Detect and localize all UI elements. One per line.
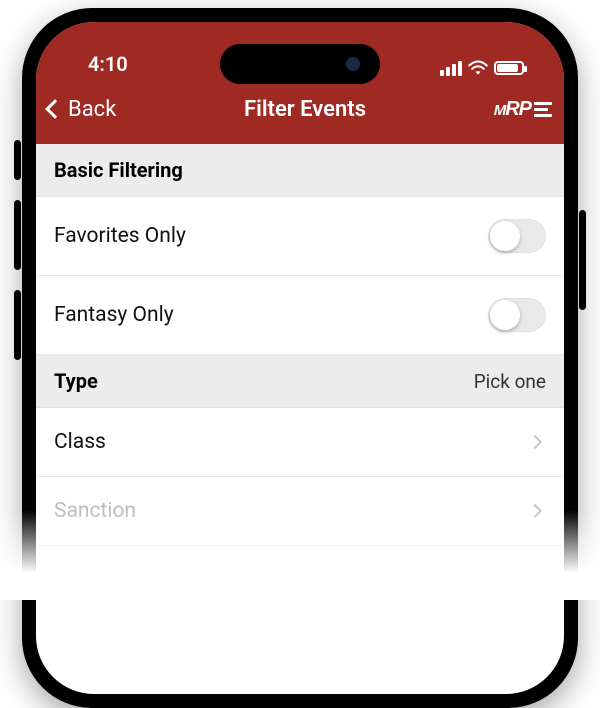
phone-side-button — [14, 140, 21, 180]
menu-lines-icon — [534, 102, 552, 117]
chevron-right-icon — [528, 504, 542, 518]
phone-frame: 4:10 Back Filter Events MRP — [22, 8, 578, 708]
page-title: Filter Events — [244, 97, 366, 122]
fantasy-toggle[interactable] — [488, 298, 546, 332]
section-title: Basic Filtering — [54, 158, 183, 182]
battery-icon — [494, 61, 524, 75]
phone-power-button — [579, 210, 586, 310]
row-sanction[interactable]: Sanction — [36, 477, 564, 546]
toggle-knob — [490, 300, 520, 330]
phone-screen: 4:10 Back Filter Events MRP — [36, 22, 564, 694]
row-label: Sanction — [54, 499, 136, 523]
phone-volume-up — [14, 200, 21, 270]
back-label: Back — [68, 97, 116, 122]
cellular-signal-icon — [440, 61, 462, 76]
row-label: Fantasy Only — [54, 303, 174, 327]
section-header-basic: Basic Filtering — [36, 144, 564, 197]
row-fantasy-only[interactable]: Fantasy Only — [36, 276, 564, 355]
section-header-type: Type Pick one — [36, 355, 564, 408]
section-hint: Pick one — [474, 370, 546, 393]
favorites-toggle[interactable] — [488, 219, 546, 253]
row-class[interactable]: Class — [36, 408, 564, 477]
settings-list: Basic Filtering Favorites Only Fantasy O… — [36, 144, 564, 546]
nav-bar: Back Filter Events MRP — [36, 82, 564, 144]
phone-volume-down — [14, 290, 21, 360]
dynamic-island — [220, 44, 380, 84]
row-label: Class — [54, 430, 106, 454]
logo-text: MRP — [494, 98, 531, 121]
chevron-right-icon — [528, 435, 542, 449]
toggle-knob — [490, 221, 520, 251]
status-time: 4:10 — [88, 52, 128, 76]
row-favorites-only[interactable]: Favorites Only — [36, 197, 564, 276]
app-logo[interactable]: MRP — [494, 98, 552, 121]
section-title: Type — [54, 369, 98, 393]
back-button[interactable]: Back — [48, 97, 116, 122]
row-label: Favorites Only — [54, 224, 186, 248]
wifi-icon — [468, 60, 488, 76]
status-icons — [440, 60, 524, 76]
chevron-left-icon — [45, 99, 65, 119]
